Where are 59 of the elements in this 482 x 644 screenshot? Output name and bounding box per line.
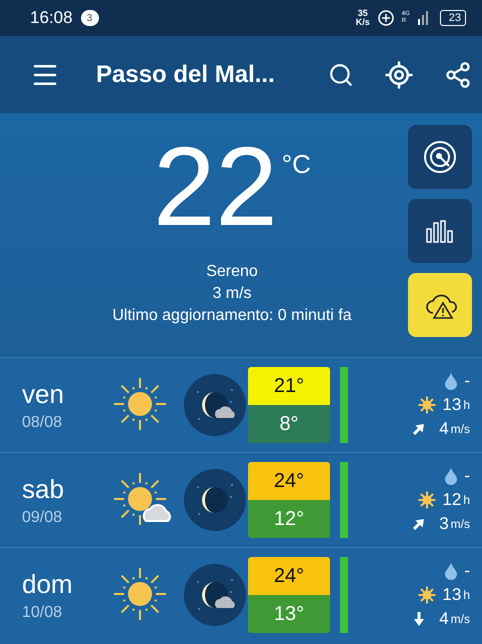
rain-value: - xyxy=(464,466,470,486)
data-saver-icon xyxy=(378,10,394,26)
alert-button[interactable] xyxy=(408,273,472,337)
wind-speed: 3 xyxy=(439,514,449,534)
radar-button[interactable] xyxy=(408,125,472,189)
raindrop-icon xyxy=(444,372,458,390)
locate-button[interactable] xyxy=(384,60,414,90)
sun-icon xyxy=(418,586,436,604)
rain-value: - xyxy=(464,371,470,391)
bar-chart-icon xyxy=(426,219,454,243)
max-temperature: 24° xyxy=(248,557,330,595)
hours-unit: h xyxy=(463,493,470,507)
speed-value: 35 xyxy=(358,9,368,18)
moon-icon xyxy=(184,469,246,531)
forecast-row[interactable]: ven 08/08 21° 8° - 13 h 4 m/s xyxy=(0,357,482,452)
max-temperature: 24° xyxy=(248,462,330,500)
hours-unit: h xyxy=(463,588,470,602)
raindrop-icon xyxy=(444,562,458,580)
sun-icon xyxy=(418,396,436,414)
day-date: 10/08 xyxy=(22,604,64,622)
moon-cloud-icon xyxy=(184,374,246,436)
chart-button[interactable] xyxy=(408,199,472,263)
day-name: ven xyxy=(22,378,65,410)
min-temperature: 12° xyxy=(248,500,330,538)
sun-hours: 13 xyxy=(442,395,462,415)
hours-unit: h xyxy=(463,398,470,412)
sun-icon xyxy=(418,491,436,509)
wind-text: 3 m/s xyxy=(212,284,252,304)
wind-speed: 4 xyxy=(439,609,449,629)
day-date: 08/08 xyxy=(22,414,64,432)
rain-value: - xyxy=(464,561,470,581)
clock: 16:08 xyxy=(30,8,73,28)
forecast-row[interactable]: dom 10/08 24° 13° - 13 h 4 m/s xyxy=(0,547,482,642)
day-name: sab xyxy=(22,474,65,504)
search-button[interactable] xyxy=(328,62,354,88)
sun-hours: 13 xyxy=(442,585,462,605)
temperature-unit: °C xyxy=(282,149,311,180)
notification-badge: 3 xyxy=(80,10,99,26)
day-date: 09/08 xyxy=(22,508,64,526)
update-text: Ultimo aggiornamento: 0 minuti fa xyxy=(112,306,352,326)
forecast-row[interactable]: sab 09/08 24° 12° - 12 h 3 m/s xyxy=(0,452,482,547)
wind-speed: 4 xyxy=(439,419,449,439)
min-temperature: 13° xyxy=(248,595,330,633)
condition-text: Sereno xyxy=(206,262,258,282)
day-name: dom xyxy=(22,568,74,600)
radar-icon xyxy=(423,140,457,174)
min-temperature: 8° xyxy=(248,405,330,443)
wind-unit: m/s xyxy=(450,612,470,626)
speed-unit: K/s xyxy=(356,18,370,27)
battery-indicator: 23 xyxy=(440,10,466,26)
sun-hours: 12 xyxy=(442,490,462,510)
max-temperature: 21° xyxy=(248,367,330,405)
wind-unit: m/s xyxy=(450,517,470,531)
wind-unit: m/s xyxy=(450,422,470,436)
share-button[interactable] xyxy=(444,60,472,88)
moon-cloud-icon xyxy=(184,564,246,626)
location-title: Passo del Mal... xyxy=(96,60,276,88)
raindrop-icon xyxy=(444,467,458,485)
current-temperature: 22 xyxy=(153,127,278,247)
